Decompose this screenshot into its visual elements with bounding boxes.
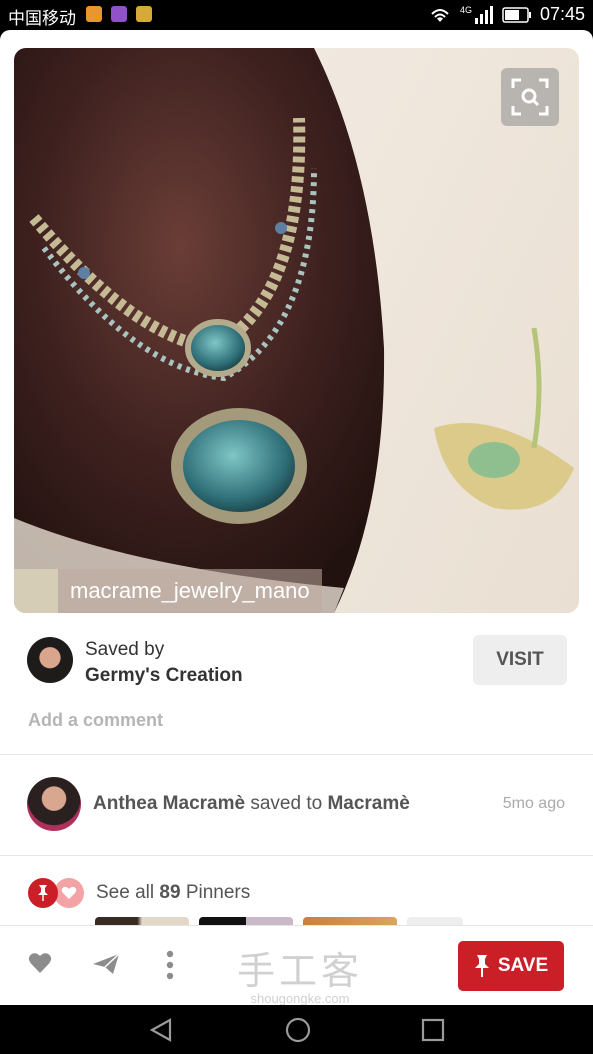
- activity-text: Anthea Macramè saved to Macramè: [93, 793, 410, 815]
- activity-avatar[interactable]: [27, 777, 81, 831]
- home-icon[interactable]: [284, 1016, 312, 1044]
- pinners-prefix: See all: [96, 882, 155, 903]
- activity-verb: saved to: [250, 793, 323, 814]
- back-icon[interactable]: [148, 1017, 174, 1043]
- carrier-name: 中国移动: [8, 9, 76, 29]
- saved-by-row: Saved by Germy's Creation VISIT: [27, 633, 567, 691]
- pinners-text[interactable]: See all 89 Pinners: [96, 882, 250, 904]
- yellow-app-icon: [136, 6, 152, 22]
- watermark-sub: shougongke.com: [250, 991, 350, 1006]
- add-comment-input[interactable]: Add a comment: [28, 710, 163, 731]
- related-pin-thumb[interactable]: [199, 917, 293, 925]
- visual-search-button[interactable]: [501, 68, 559, 126]
- divider: [0, 754, 593, 755]
- battery-icon: [502, 6, 531, 23]
- save-label: SAVE: [497, 955, 549, 976]
- watermark: 手工客 shougongke.com: [225, 950, 375, 1006]
- source-label: macrame_jewelry_mano: [58, 569, 322, 613]
- heart-reaction-icon: [54, 878, 84, 908]
- necklace-photo: [14, 48, 574, 613]
- source-thumbnail: [14, 569, 58, 613]
- related-pin-thumb[interactable]: [407, 917, 463, 925]
- pinners-count: 89: [159, 882, 181, 903]
- divider: [0, 855, 593, 856]
- send-icon[interactable]: [92, 952, 120, 976]
- orange-app-icon: [86, 6, 102, 22]
- system-nav-bar: [0, 1005, 593, 1054]
- pin-image[interactable]: macrame_jewelry_mano: [14, 48, 579, 613]
- network-type: 4G: [459, 4, 472, 15]
- saved-by-text: Saved by Germy's Creation: [85, 637, 243, 689]
- pin-source-tag[interactable]: macrame_jewelry_mano: [14, 569, 322, 613]
- activity-board[interactable]: Macramè: [327, 793, 409, 814]
- more-options-icon[interactable]: [165, 950, 175, 980]
- heart-icon[interactable]: [28, 952, 52, 974]
- pin-reaction-icon: [28, 878, 58, 908]
- watermark-main: 手工客: [236, 949, 363, 993]
- status-bar: 中国移动 4G 07:45: [0, 0, 593, 30]
- visual-search-icon: [511, 78, 549, 116]
- status-indicators: 4G 07:45: [428, 4, 585, 25]
- wifi-icon: [431, 8, 449, 22]
- purple-app-icon: [111, 6, 127, 22]
- signal-icon: [474, 5, 493, 24]
- visit-button[interactable]: VISIT: [473, 635, 567, 685]
- saver-name[interactable]: Germy's Creation: [85, 663, 243, 689]
- related-pin-thumb[interactable]: [303, 917, 397, 925]
- activity-time: 5mo ago: [502, 795, 565, 812]
- pin-detail-page: macrame_jewelry_mano Saved by Germy's Cr…: [0, 30, 593, 1005]
- pinners-row[interactable]: See all 89 Pinners: [28, 878, 568, 912]
- saved-by-prefix: Saved by: [85, 639, 165, 660]
- related-pins-peek: [95, 917, 463, 925]
- recents-icon[interactable]: [421, 1018, 445, 1042]
- saver-avatar[interactable]: [27, 637, 73, 683]
- save-button[interactable]: SAVE: [458, 941, 564, 991]
- related-pin-thumb[interactable]: [95, 917, 189, 925]
- clock: 07:45: [539, 4, 585, 24]
- activity-user[interactable]: Anthea Macramè: [93, 793, 245, 814]
- pinners-suffix: Pinners: [185, 882, 251, 903]
- activity-row: Anthea Macramè saved to Macramè 5mo ago: [27, 775, 567, 831]
- pin-icon: [474, 955, 489, 977]
